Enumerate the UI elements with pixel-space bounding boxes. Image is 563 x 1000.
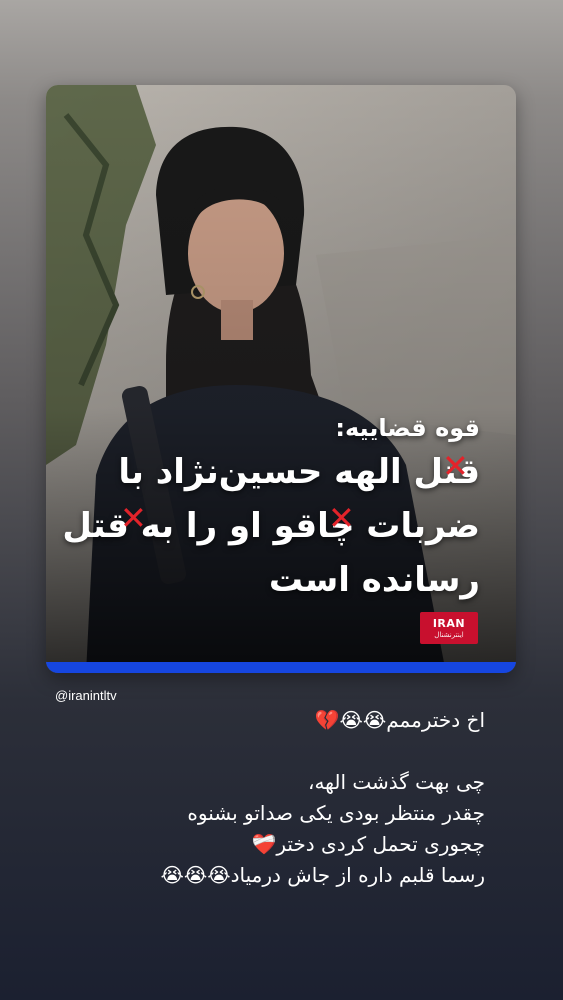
logo-subtitle: اینترنشنال (434, 630, 464, 639)
account-mention[interactable]: @iranintltv (55, 688, 117, 703)
caption-line: رسما قلبم داره از جاش درمیاد😭😭😭 (160, 863, 486, 887)
logo-wordmark: IRAN (432, 616, 466, 630)
caption-line: چی بهت گذشت الهه، (308, 770, 485, 794)
caption-line: چقدر منتظر بودی یکی صداتو بشنوه (187, 801, 485, 825)
post-headline: قتل الهه حسین‌نژاد با ضربات چاقو او را ب… (62, 452, 480, 600)
post-headline-block: قوه قضاییه: قتل الهه حسین‌نژاد با ضربات … (46, 411, 480, 607)
strike-x-mark: ✕ (328, 499, 355, 537)
accent-bar (46, 662, 516, 673)
story-caption: اخ دخترممم😭😭💔 چی بهت گذشت الهه، چقدر منت… (40, 705, 486, 891)
post-kicker: قوه قضاییه: (335, 414, 480, 442)
strike-x-mark: ✕ (442, 447, 469, 485)
caption-line: اخ دخترممم😭😭💔 (314, 708, 485, 732)
iran-international-logo: IRAN اینترنشنال (420, 612, 478, 644)
post-card[interactable]: قوه قضاییه: قتل الهه حسین‌نژاد با ضربات … (46, 85, 516, 673)
caption-line: چجوری تحمل کردی دختر❤️‍🩹 (251, 832, 485, 856)
strike-x-mark: ✕ (120, 499, 147, 537)
